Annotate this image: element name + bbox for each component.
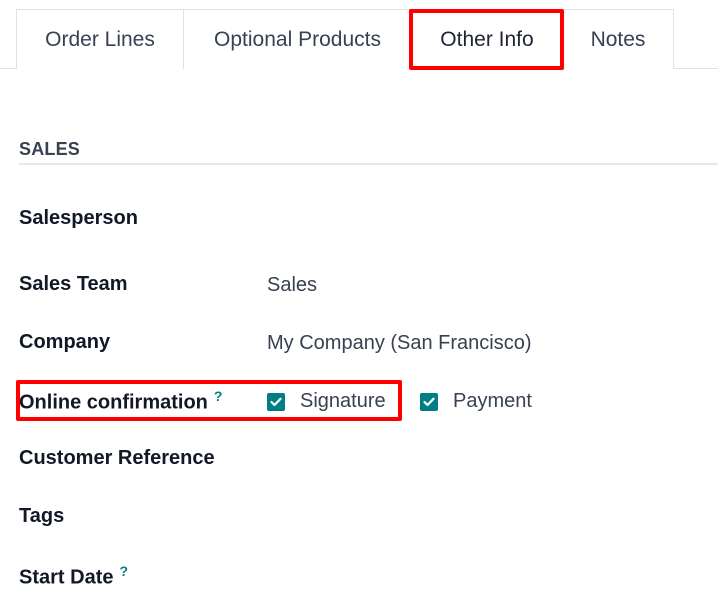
- section-divider: [19, 163, 718, 165]
- signature-checkbox-field[interactable]: Signature: [267, 390, 386, 413]
- sales-team-value[interactable]: Sales: [267, 274, 317, 297]
- customer-reference-label: Customer Reference: [19, 447, 215, 469]
- payment-checkbox[interactable]: [420, 392, 438, 411]
- signature-checkbox[interactable]: [267, 392, 285, 411]
- tab-label: Other Info: [440, 28, 534, 51]
- online-confirmation-label: Online confirmation?: [19, 388, 222, 415]
- signature-label: Signature: [300, 390, 386, 412]
- tab-optional-products[interactable]: Optional Products: [183, 9, 412, 69]
- section-title-sales: SALES: [19, 139, 81, 159]
- field-start-date[interactable]: Start Date?: [19, 563, 709, 593]
- online-confirmation-label-text: Online confirmation: [19, 391, 208, 414]
- salesperson-label: Salesperson: [19, 207, 138, 229]
- notebook-tabs: Order Lines Optional Products Other Info…: [0, 0, 718, 70]
- start-date-label: Start Date?: [19, 563, 128, 590]
- help-tooltip-icon[interactable]: ?: [214, 388, 223, 404]
- tab-other-info[interactable]: Other Info: [411, 9, 563, 70]
- company-label: Company: [19, 331, 111, 353]
- field-sales-team: Sales Team Sales: [19, 273, 709, 303]
- help-tooltip-icon[interactable]: ?: [119, 563, 128, 579]
- field-customer-reference[interactable]: Customer Reference: [19, 447, 709, 477]
- field-salesperson[interactable]: Salesperson: [19, 207, 709, 237]
- tab-order-lines[interactable]: Order Lines: [16, 9, 184, 69]
- field-online-confirmation: Online confirmation? Signature Payment: [19, 388, 709, 418]
- tags-label: Tags: [19, 505, 65, 527]
- tab-notes[interactable]: Notes: [562, 9, 674, 69]
- payment-label: Payment: [453, 390, 532, 412]
- field-company: Company My Company (San Francisco): [19, 331, 709, 361]
- payment-checkbox-field[interactable]: Payment: [420, 390, 532, 413]
- start-date-label-text: Start Date: [19, 566, 114, 589]
- tab-label: Notes: [590, 27, 646, 51]
- checkmark-icon: [423, 397, 435, 406]
- field-tags[interactable]: Tags: [19, 505, 709, 535]
- tab-label: Order Lines: [45, 27, 155, 51]
- sales-team-label: Sales Team: [19, 273, 128, 295]
- tab-label: Optional Products: [214, 27, 381, 51]
- company-value[interactable]: My Company (San Francisco): [267, 332, 532, 355]
- checkmark-icon: [270, 397, 282, 406]
